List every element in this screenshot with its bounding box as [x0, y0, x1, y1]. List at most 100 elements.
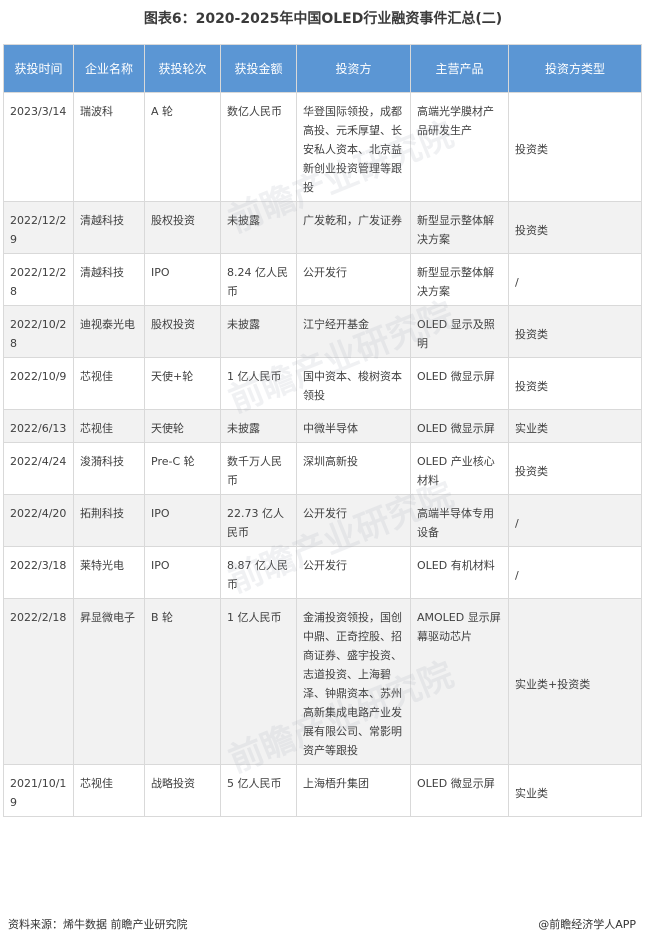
amount-cell: 8.87 亿人民币 [220, 546, 297, 599]
round-cell: Pre-C 轮 [144, 442, 221, 495]
amount-cell: 1 亿人民币 [220, 598, 297, 765]
round-cell: IPO [144, 546, 221, 599]
round-cell: 股权投资 [144, 305, 221, 358]
round-cell: B 轮 [144, 598, 221, 765]
amount-cell: 1 亿人民币 [220, 357, 297, 410]
company-cell: 芯视佳 [73, 764, 145, 817]
round-cell: IPO [144, 253, 221, 306]
date-cell: 2022/10/9 [3, 357, 74, 410]
round-cell: 天使轮 [144, 409, 221, 443]
investor-type-cell: 实业类 [508, 764, 642, 817]
investor-type-cell: / [508, 253, 642, 306]
product-cell: AMOLED 显示屏幕驱动芯片 [410, 598, 509, 765]
date-cell: 2022/4/24 [3, 442, 74, 495]
investor-type-cell: / [508, 494, 642, 547]
brand-label: @前瞻经济学人APP [538, 918, 636, 931]
table-row: 2022/4/20 拓荆科技 IPO 22.73 亿人民币 公开发行 高端半导体专用设备 / [3, 494, 642, 547]
investor-cell: 广发乾和，广发证券 [296, 201, 411, 254]
investor-type-cell: 投资类 [508, 442, 642, 495]
investor-cell: 公开发行 [296, 494, 411, 547]
company-cell: 芯视佳 [73, 357, 145, 410]
table-row: 2022/6/13 芯视佳 天使轮 未披露 中微半导体 OLED 微显示屏 实业类 [3, 409, 642, 443]
header-product: 主营产品 [410, 44, 509, 93]
company-cell: 拓荆科技 [73, 494, 145, 547]
amount-cell: 数亿人民币 [220, 92, 297, 202]
table-row: 2022/12/29 清越科技 股权投资 未披露 广发乾和，广发证券 新型显示整体解决方案… [3, 201, 642, 254]
date-cell: 2022/4/20 [3, 494, 74, 547]
product-cell: 高端光学膜材产品研发生产 [410, 92, 509, 202]
date-cell: 2022/2/18 [3, 598, 74, 765]
investor-type-cell: 投资类 [508, 357, 642, 410]
amount-cell: 未披露 [220, 305, 297, 358]
product-cell: OLED 微显示屏 [410, 357, 509, 410]
header-round: 获投轮次 [144, 44, 221, 93]
investor-cell: 中微半导体 [296, 409, 411, 443]
investor-cell: 上海梧升集团 [296, 764, 411, 817]
investor-type-cell: 实业类+投资类 [508, 598, 642, 765]
product-cell: OLED 微显示屏 [410, 764, 509, 817]
date-cell: 2022/12/28 [3, 253, 74, 306]
date-cell: 2022/3/18 [3, 546, 74, 599]
investor-type-cell: / [508, 546, 642, 599]
table-row: 2023/3/14 瑞波科 A 轮数亿人民币 华登国际领投，成都高投、元禾厚望、长安私… [3, 92, 642, 202]
date-cell: 2022/10/28 [3, 305, 74, 358]
product-cell: OLED 有机材料 [410, 546, 509, 599]
amount-cell: 数千万人民币 [220, 442, 297, 495]
table-row: 2022/4/24 浚漪科技 Pre-C 轮数千万人民币 深圳高新投 OLED 产业核心… [3, 442, 642, 495]
header-amount: 获投金额 [220, 44, 297, 93]
investor-type-cell: 投资类 [508, 305, 642, 358]
header-investor-type: 投资方类型 [508, 44, 642, 93]
company-cell: 浚漪科技 [73, 442, 145, 495]
round-cell: 战略投资 [144, 764, 221, 817]
table-row: 2022/12/28 清越科技 IPO 8.24 亿人民币 公开发行 新型显示整体解决方案… [3, 253, 642, 306]
company-cell: 清越科技 [73, 201, 145, 254]
product-cell: 新型显示整体解决方案 [410, 253, 509, 306]
investor-cell: 江宁经开基金 [296, 305, 411, 358]
header-date: 获投时间 [3, 44, 74, 93]
table-row: 2021/10/19 芯视佳 战略投资 5 亿人民币 上海梧升集团 OLED 微显示屏 实业… [3, 764, 642, 817]
investor-type-cell: 投资类 [508, 92, 642, 202]
header-company: 企业名称 [73, 44, 145, 93]
date-cell: 2021/10/19 [3, 764, 74, 817]
investor-type-cell: 实业类 [508, 409, 642, 443]
company-cell: 芯视佳 [73, 409, 145, 443]
investor-cell: 华登国际领投，成都高投、元禾厚望、长安私人资本、北京益新创业投资管理等跟投 [296, 92, 411, 202]
amount-cell: 未披露 [220, 409, 297, 443]
chart-title: 图表6：2020-2025年中国OLED行业融资事件汇总(二) [143, 11, 503, 27]
round-cell: IPO [144, 494, 221, 547]
round-cell: 天使+轮 [144, 357, 221, 410]
table-header-row: 获投时间 企业名称 获投轮次 获投金额 投资方 主营产品 投资方类型 [3, 44, 642, 93]
source-note: 资料来源：烯牛数据 前瞻产业研究院 [8, 918, 188, 931]
product-cell: 高端半导体专用设备 [410, 494, 509, 547]
company-cell: 莱特光电 [73, 546, 145, 599]
investor-cell: 深圳高新投 [296, 442, 411, 495]
amount-cell: 22.73 亿人民币 [220, 494, 297, 547]
investor-type-cell: 投资类 [508, 201, 642, 254]
company-cell: 瑞波科 [73, 92, 145, 202]
table-row: 2022/10/28 迪视泰光电 股权投资 未披露 江宁经开基金 OLED 显示及照明 投资… [3, 305, 642, 358]
date-cell: 2023/3/14 [3, 92, 74, 202]
investor-cell: 国中资本、梭树资本领投 [296, 357, 411, 410]
header-investor: 投资方 [296, 44, 411, 93]
date-cell: 2022/12/29 [3, 201, 74, 254]
amount-cell: 未披露 [220, 201, 297, 254]
company-cell: 迪视泰光电 [73, 305, 145, 358]
table-row: 2022/10/9 芯视佳 天使+轮 1 亿人民币 国中资本、梭树资本领投 OLED 微显… [3, 357, 642, 410]
investor-cell: 金浦投资领投，国创中鼎、正奇控股、招商证券、盛宇投资、志道投资、上海碧泽、钟鼎资… [296, 598, 411, 765]
product-cell: OLED 显示及照明 [410, 305, 509, 358]
product-cell: OLED 微显示屏 [410, 409, 509, 443]
financing-table: 获投时间 企业名称 获投轮次 获投金额 投资方 主营产品 投资方类型 2023/… [3, 44, 642, 817]
round-cell: A 轮 [144, 92, 221, 202]
investor-cell: 公开发行 [296, 253, 411, 306]
amount-cell: 5 亿人民币 [220, 764, 297, 817]
table-row: 2022/2/18 昇显微电子 B 轮1 亿人民币 金浦投资领投，国创中鼎、正奇控股、… [3, 598, 642, 765]
company-cell: 昇显微电子 [73, 598, 145, 765]
company-cell: 清越科技 [73, 253, 145, 306]
product-cell: 新型显示整体解决方案 [410, 201, 509, 254]
date-cell: 2022/6/13 [3, 409, 74, 443]
round-cell: 股权投资 [144, 201, 221, 254]
investor-cell: 公开发行 [296, 546, 411, 599]
product-cell: OLED 产业核心材料 [410, 442, 509, 495]
table-row: 2022/3/18 莱特光电 IPO 8.87 亿人民币 公开发行 OLED 有机材料 / [3, 546, 642, 599]
amount-cell: 8.24 亿人民币 [220, 253, 297, 306]
